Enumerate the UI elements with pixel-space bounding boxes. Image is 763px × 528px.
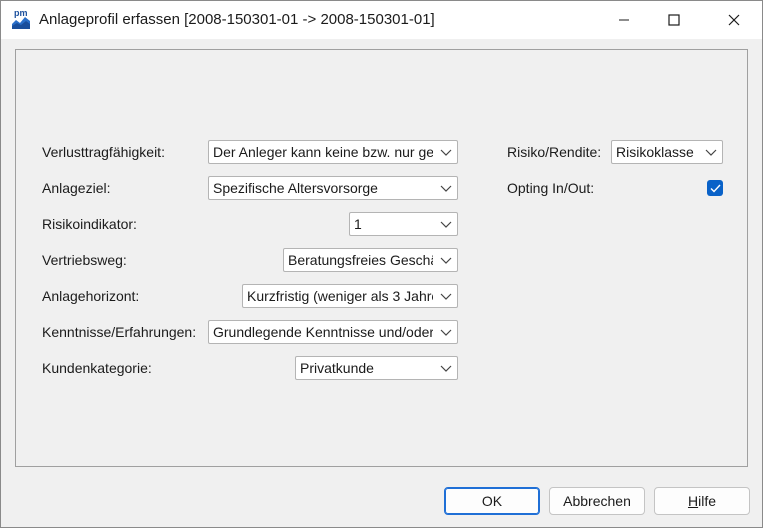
vertriebsweg-value: Beratungsfreies Geschäft [288,252,433,268]
abbrechen-button[interactable]: Abbrechen [549,487,645,515]
anlagehorizont-select[interactable]: Kurzfristig (weniger als 3 Jahre) [242,284,458,308]
vertriebsweg-label: Vertriebsweg: [42,252,127,268]
chevron-down-icon [440,365,452,372]
close-icon [728,14,740,26]
risiko-rendite-select[interactable]: Risikoklasse 1 [611,140,723,164]
opting-checkbox[interactable] [707,180,723,196]
chevron-down-icon [440,293,452,300]
risiko-rendite-label: Risiko/Rendite: [507,144,602,160]
anlagehorizont-value: Kurzfristig (weniger als 3 Jahre) [247,288,433,304]
window-title: Anlageprofil erfassen [2008-150301-01 ->… [39,11,435,28]
app-icon-text: pm [14,8,28,18]
anlageziel-label: Anlageziel: [42,180,111,196]
chevron-down-icon [440,257,452,264]
anlageziel-value: Spezifische Altersvorsorge [213,180,378,196]
risikoindikator-select[interactable]: 1 [349,212,458,236]
anlageziel-select[interactable]: Spezifische Altersvorsorge [208,176,458,200]
title-bar[interactable]: pm Anlageprofil erfassen [2008-150301-01… [1,1,762,39]
vertriebsweg-select[interactable]: Beratungsfreies Geschäft [283,248,458,272]
minimize-icon [619,19,629,21]
kundenkategorie-select[interactable]: Privatkunde [295,356,458,380]
hilfe-button[interactable]: Hilfe [654,487,750,515]
risikoindikator-label: Risikoindikator: [42,216,137,232]
kenntnisse-label: Kenntnisse/Erfahrungen: [42,324,197,340]
risiko-rendite-value: Risikoklasse 1 [616,144,698,160]
chevron-down-icon [440,221,452,228]
maximize-button[interactable] [651,1,697,39]
app-icon: pm [11,8,31,30]
kenntnisse-select[interactable]: Grundlegende Kenntnisse und/oder E [208,320,458,344]
verlust-value: Der Anleger kann keine bzw. nur geri [213,144,433,160]
dialog-window: pm Anlageprofil erfassen [2008-150301-01… [0,0,763,528]
hilfe-label-rest: ilfe [698,493,717,509]
checkmark-icon [710,184,721,193]
risikoindikator-value: 1 [354,216,362,232]
close-button[interactable] [711,1,757,39]
verlust-select[interactable]: Der Anleger kann keine bzw. nur geri [208,140,458,164]
maximize-icon [668,14,680,26]
anlagehorizont-label: Anlagehorizont: [42,288,140,304]
kundenkategorie-label: Kundenkategorie: [42,360,152,376]
minimize-button[interactable] [601,1,647,39]
kenntnisse-value: Grundlegende Kenntnisse und/oder E [213,324,433,340]
kundenkategorie-value: Privatkunde [300,360,374,376]
hilfe-mnemonic: H [687,493,699,509]
ok-button[interactable]: OK [444,487,540,515]
chevron-down-icon [440,329,452,336]
opting-label: Opting In/Out: [507,180,595,196]
chevron-down-icon [440,149,452,156]
chevron-down-icon [440,185,452,192]
verlust-label: Verlusttragfähigkeit: [42,144,165,160]
chevron-down-icon [705,149,717,156]
